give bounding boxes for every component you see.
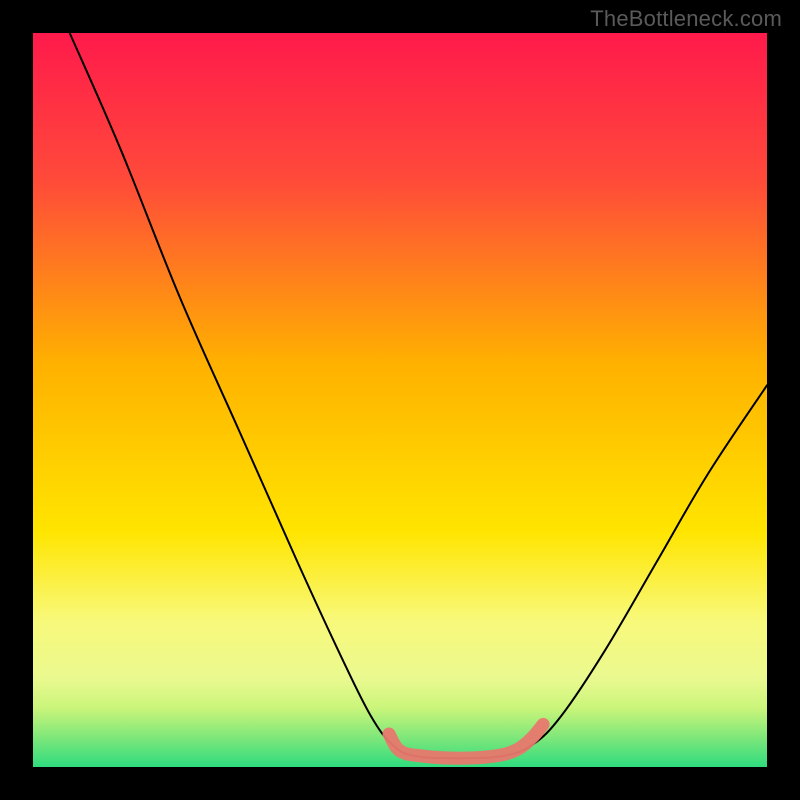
watermark-text: TheBottleneck.com (590, 6, 782, 32)
gradient-background (33, 33, 767, 767)
chart-svg (33, 33, 767, 767)
chart-container: TheBottleneck.com (0, 0, 800, 800)
plot-area (33, 33, 767, 767)
